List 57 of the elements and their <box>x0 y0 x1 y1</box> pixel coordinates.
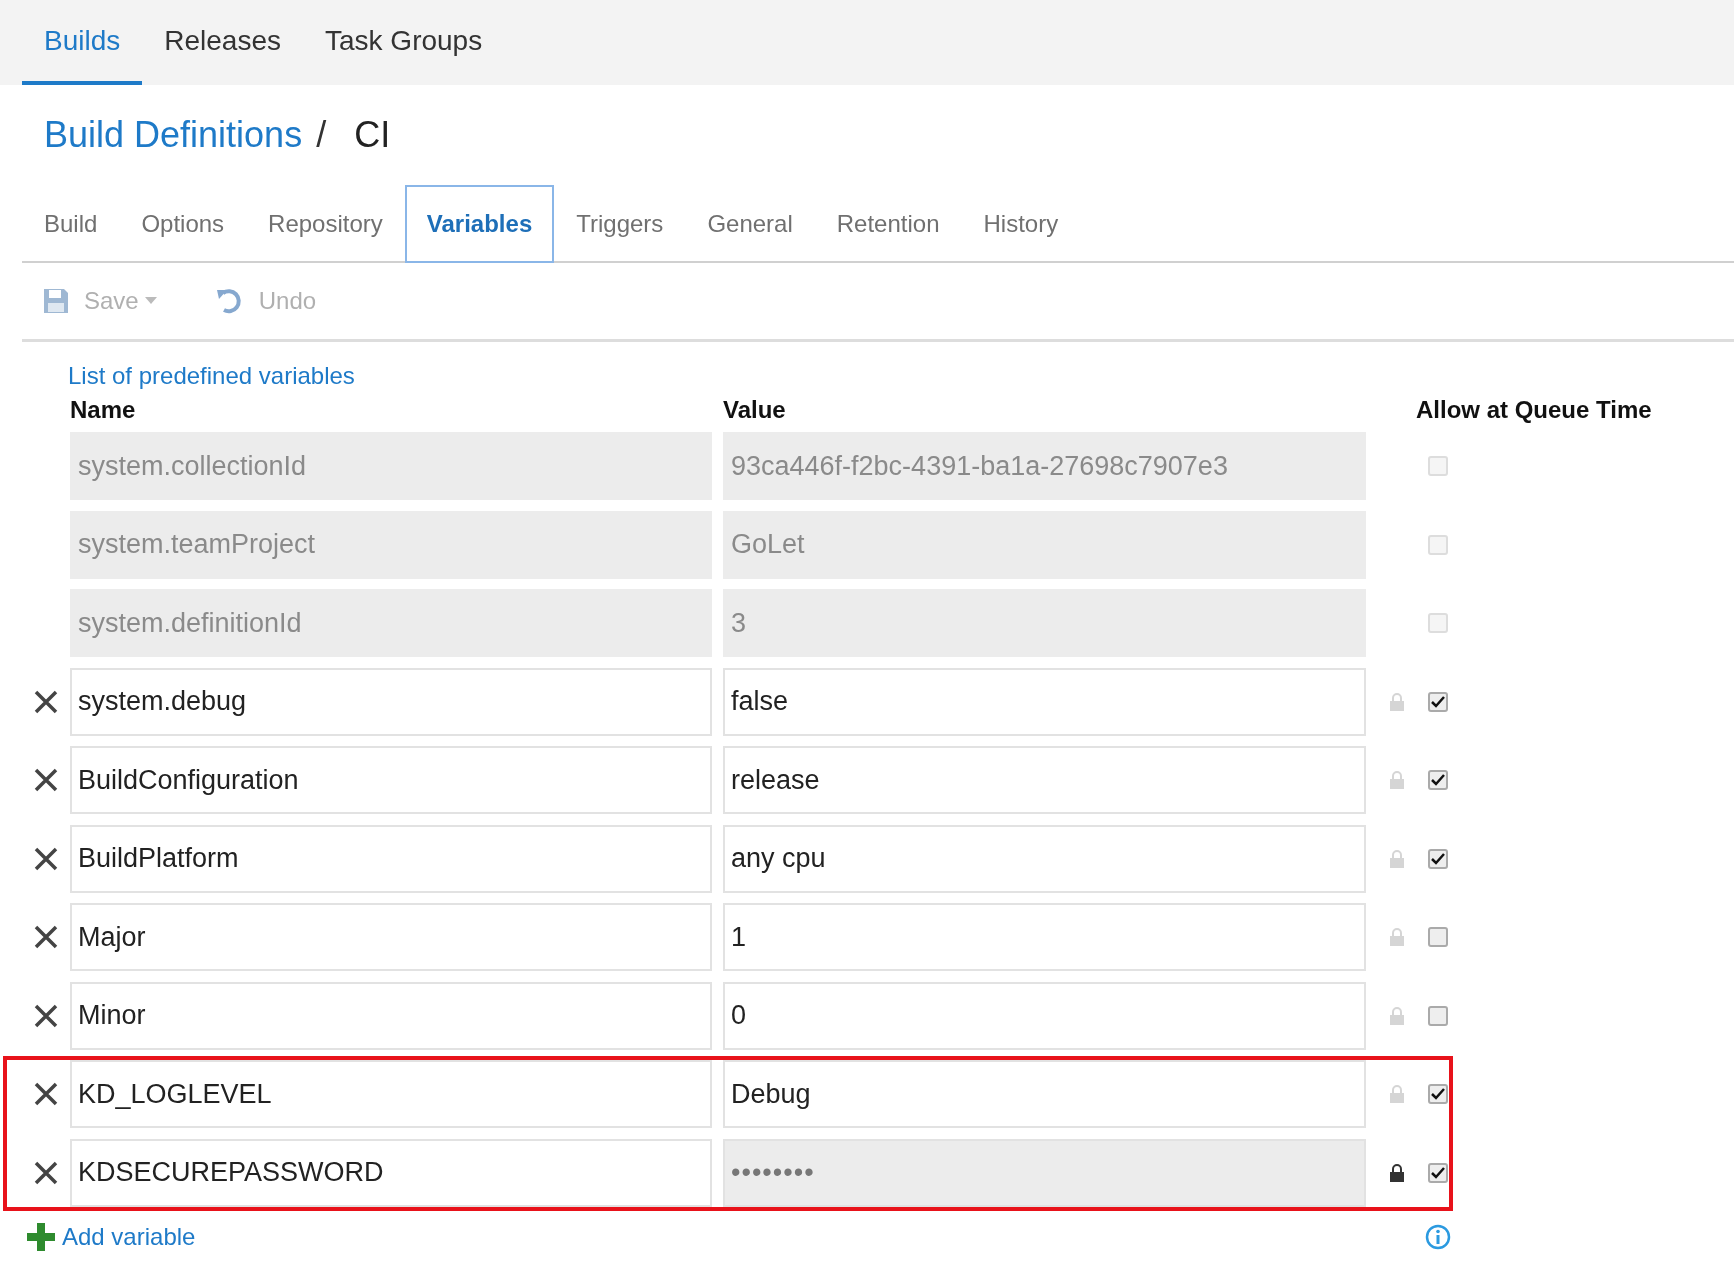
delete-icon[interactable] <box>33 924 59 950</box>
definition-tab[interactable]: Retention <box>814 185 962 263</box>
page-title: CI <box>354 114 391 156</box>
checkbox[interactable] <box>1428 691 1448 712</box>
column-header: Value <box>723 396 787 424</box>
plus-icon <box>26 1221 56 1252</box>
checkbox[interactable] <box>1428 770 1448 790</box>
nav-tab[interactable]: Task Groups <box>303 0 505 85</box>
value-field[interactable]: false <box>723 667 1366 736</box>
definition-tab[interactable]: Options <box>119 185 247 263</box>
delete-icon[interactable] <box>33 1159 59 1186</box>
name-field[interactable]: Minor <box>70 981 712 1050</box>
value-field[interactable]: 3 <box>723 589 1366 657</box>
definition-tab[interactable]: General <box>685 185 815 263</box>
delete-icon[interactable] <box>33 845 59 872</box>
checkbox[interactable] <box>1428 848 1448 869</box>
delete-icon[interactable] <box>33 1081 59 1107</box>
delete-icon[interactable] <box>33 688 59 715</box>
definition-tab[interactable]: Triggers <box>554 185 686 263</box>
add-variable-link[interactable]: Add variable <box>26 1221 196 1252</box>
name-field[interactable]: KD_LOGLEVEL <box>70 1060 712 1128</box>
password-field[interactable]: •••••••• <box>723 1138 1366 1207</box>
value-field[interactable]: 0 <box>723 981 1366 1050</box>
predefined-variables-link[interactable]: List of predefined variables <box>68 362 355 390</box>
definition-tab[interactable]: History <box>961 185 1081 263</box>
checkbox[interactable] <box>1428 927 1448 947</box>
value-field[interactable]: 93ca446f-f2bc-4391-ba1a-27698c7907e3 <box>723 432 1366 500</box>
checkbox[interactable] <box>1428 1005 1448 1026</box>
checkbox[interactable] <box>1428 1162 1448 1183</box>
value-field[interactable]: GoLet <box>723 510 1366 579</box>
nav-tab[interactable]: Releases <box>142 0 303 85</box>
info-icon[interactable] <box>1425 1223 1452 1250</box>
value-field[interactable]: 1 <box>723 903 1366 971</box>
delete-icon[interactable] <box>33 1002 59 1029</box>
definition-tab[interactable]: Repository <box>246 185 405 263</box>
padlock-icon[interactable] <box>1389 1162 1405 1183</box>
value-field[interactable]: any cpu <box>723 824 1366 893</box>
definition-tab[interactable]: Variables <box>404 185 555 263</box>
delete-icon[interactable] <box>33 767 59 793</box>
nav-tab[interactable]: Builds <box>22 0 143 85</box>
checkbox[interactable] <box>1428 1084 1448 1104</box>
column-header: Name <box>70 396 137 424</box>
name-field[interactable]: BuildConfiguration <box>70 746 712 814</box>
value-field[interactable]: Debug <box>723 1060 1366 1128</box>
name-field[interactable]: system.debug <box>70 667 712 736</box>
column-header: Allow at Queue Time <box>1416 396 1653 424</box>
breadcrumb-separator: / <box>316 114 327 156</box>
name-field[interactable]: BuildPlatform <box>70 824 712 893</box>
name-field[interactable]: KDSECUREPASSWORD <box>70 1138 712 1207</box>
name-field[interactable]: Major <box>70 903 712 971</box>
name-field[interactable]: system.definitionId <box>70 589 712 657</box>
value-field[interactable]: release <box>723 746 1366 814</box>
breadcrumb-link[interactable]: Build Definitions <box>44 114 303 156</box>
name-field[interactable]: system.collectionId <box>70 432 712 500</box>
name-field[interactable]: system.teamProject <box>70 510 712 579</box>
definition-tab[interactable]: Build <box>22 185 120 263</box>
caret-icon <box>144 297 157 305</box>
